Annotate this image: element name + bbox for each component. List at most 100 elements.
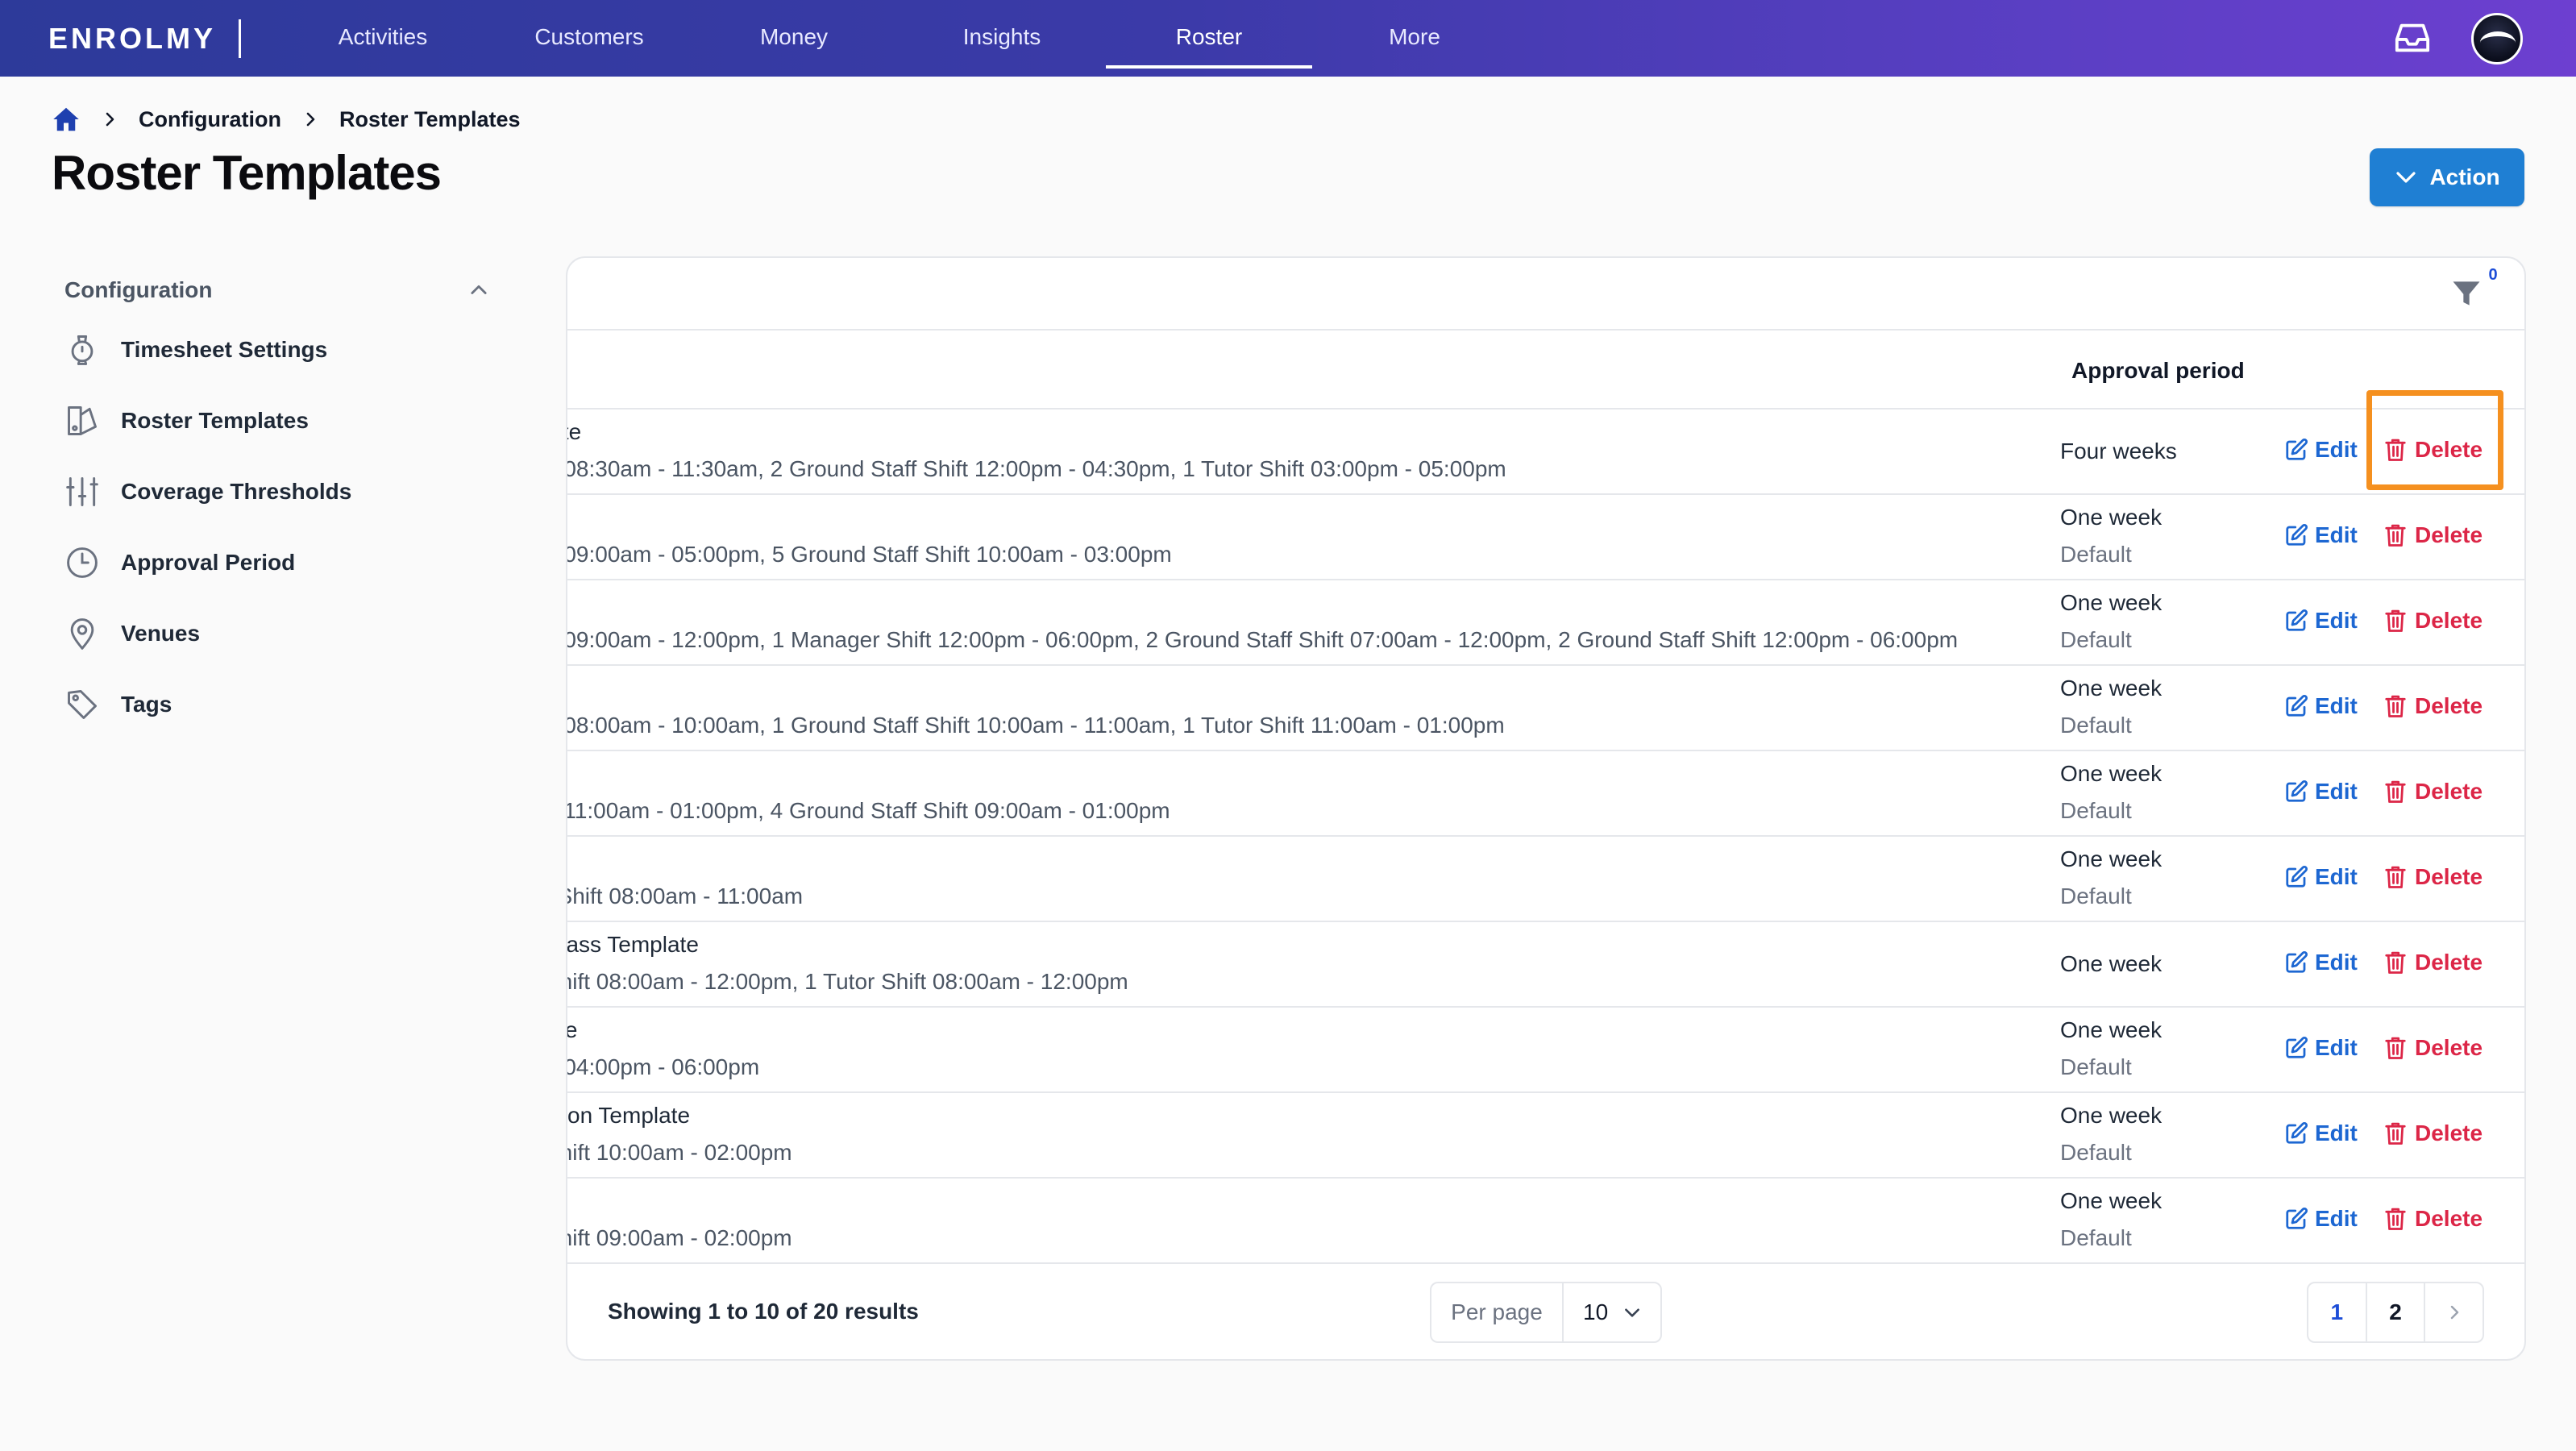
delete-button[interactable]: Delete	[2384, 779, 2483, 804]
table-row: ft 11:00am - 01:00pm, 4 Ground Staff Shi…	[567, 751, 2524, 837]
edit-icon	[2286, 950, 2308, 973]
template-name[interactable]: Class Template	[567, 932, 699, 958]
template-shifts: ft 09:00am - 12:00pm, 1 Manager Shift 12…	[566, 627, 1959, 652]
delete-button-label: Delete	[2415, 864, 2483, 889]
nav-insights[interactable]: Insights	[925, 0, 1078, 77]
breadcrumb-roster-templates: Roster Templates	[339, 106, 521, 131]
per-page-label: Per page	[1431, 1283, 1564, 1341]
delete-button-label: Delete	[2415, 1206, 2483, 1231]
edit-button[interactable]: Edit	[2284, 779, 2358, 804]
delete-button[interactable]: Delete	[2384, 693, 2483, 719]
delete-button[interactable]: Delete	[2384, 608, 2483, 634]
brand-logo[interactable]: ENROLMY	[48, 20, 216, 57]
nav-money[interactable]: Money	[717, 0, 870, 77]
approval-default-label: Default	[2060, 883, 2132, 908]
sidebar-item-label: Coverage Thresholds	[121, 479, 352, 504]
roster-templates-table-card: 0 Approval period late ft 08:30am - 11:30…	[566, 256, 2526, 1361]
column-header-approval-period[interactable]: Approval period	[2071, 332, 2245, 410]
delete-button[interactable]: Delete	[2384, 1120, 2483, 1146]
edit-button[interactable]: Edit	[2284, 1035, 2358, 1061]
sidebar-item-roster-templates[interactable]: Roster Templates	[52, 385, 503, 456]
template-icon	[68, 406, 97, 435]
brand-divider	[239, 19, 241, 58]
inbox-icon[interactable]	[2394, 22, 2431, 54]
edit-icon	[2286, 865, 2308, 888]
edit-button[interactable]: Edit	[2284, 437, 2358, 463]
approval-period-value: One week	[2060, 761, 2163, 786]
trash-icon	[2385, 1037, 2406, 1059]
template-name[interactable]: sson Template	[567, 1103, 690, 1129]
home-icon[interactable]	[52, 105, 81, 134]
template-shifts: f Shift 08:00am - 11:00am	[566, 883, 804, 908]
edit-button[interactable]: Edit	[2284, 1206, 2358, 1232]
nav-active-indicator	[1106, 65, 1312, 69]
trash-icon	[2385, 1208, 2406, 1230]
configuration-sidebar: Configuration Timesheet Settings Roster …	[52, 266, 503, 740]
edit-icon	[2286, 1207, 2308, 1229]
template-shifts: Shift 08:00am - 12:00pm, 1 Tutor Shift 0…	[566, 969, 1128, 994]
template-shifts: ft 08:30am - 11:30am, 2 Ground Staff Shi…	[566, 456, 1506, 481]
sidebar-item-label: Roster Templates	[121, 408, 309, 433]
approval-default-label: Default	[2060, 1054, 2132, 1079]
delete-button-label: Delete	[2415, 950, 2483, 975]
chevron-right-icon	[106, 112, 114, 127]
sidebar-item-tags[interactable]: Tags	[52, 669, 503, 740]
nav-customers[interactable]: Customers	[513, 0, 666, 77]
per-page-select[interactable]: Per page 10	[1430, 1282, 1662, 1343]
nav-more[interactable]: More	[1338, 0, 1491, 77]
delete-button-label: Delete	[2415, 779, 2483, 804]
filter-count-badge: 0	[2483, 266, 2503, 285]
sidebar-item-venues[interactable]: Venues	[52, 598, 503, 669]
edit-button[interactable]: Edit	[2284, 1120, 2358, 1146]
edit-button[interactable]: Edit	[2284, 522, 2358, 548]
edit-button[interactable]: Edit	[2284, 693, 2358, 719]
delete-button[interactable]: Delete	[2384, 1035, 2483, 1061]
template-shifts: ft 09:00am - 05:00pm, 5 Ground Staff Shi…	[566, 542, 1172, 567]
edit-button[interactable]: Edit	[2284, 608, 2358, 634]
sidebar-item-approval-period[interactable]: Approval Period	[52, 527, 503, 598]
edit-button-label: Edit	[2315, 608, 2358, 633]
action-button[interactable]: Action	[2370, 148, 2524, 206]
per-page-value: 10	[1583, 1299, 1609, 1324]
approval-period-value: One week	[2060, 1103, 2163, 1128]
nav-activities[interactable]: Activities	[306, 0, 459, 77]
page-1-button[interactable]: 1	[2308, 1283, 2366, 1341]
map-pin-icon	[70, 618, 94, 650]
delete-button[interactable]: Delete	[2384, 522, 2483, 548]
edit-button[interactable]: Edit	[2284, 950, 2358, 975]
page-title: Roster Templates	[52, 146, 442, 200]
edit-button[interactable]: Edit	[2284, 864, 2358, 890]
template-name[interactable]: are	[567, 1017, 577, 1043]
delete-button[interactable]: Delete	[2384, 864, 2483, 890]
sidebar-item-timesheet-settings[interactable]: Timesheet Settings	[52, 314, 503, 385]
chevron-down-icon	[1625, 1308, 1639, 1317]
breadcrumb: Configuration Roster Templates	[52, 103, 521, 135]
template-name[interactable]: late	[567, 419, 581, 445]
approval-period-value: One week	[2060, 505, 2163, 530]
table-row: Shift 09:00am - 02:00pm One week Default Ed…	[567, 1179, 2524, 1264]
delete-button[interactable]: Delete	[2384, 950, 2483, 975]
edit-icon	[2286, 523, 2308, 546]
chevron-up-icon[interactable]	[467, 279, 490, 301]
stopwatch-icon	[71, 335, 93, 365]
page-2-button[interactable]: 2	[2365, 1283, 2424, 1341]
sidebar-section-header[interactable]: Configuration	[52, 266, 503, 314]
delete-button-label: Delete	[2415, 1120, 2483, 1145]
trash-icon	[2385, 866, 2406, 888]
edit-button-label: Edit	[2315, 437, 2358, 462]
next-page-button[interactable]	[2424, 1283, 2483, 1341]
sidebar-item-coverage-thresholds[interactable]: Coverage Thresholds	[52, 456, 503, 527]
template-shifts: ft 08:00am - 10:00am, 1 Ground Staff Shi…	[566, 713, 1505, 738]
delete-button[interactable]: Delete	[2384, 437, 2483, 463]
table-row: are ft 04:00pm - 06:00pm One week Default Ed…	[567, 1008, 2524, 1093]
breadcrumb-configuration[interactable]: Configuration	[139, 107, 281, 132]
edit-icon	[2286, 1121, 2308, 1144]
delete-button-label: Delete	[2415, 522, 2483, 547]
delete-button-label: Delete	[2415, 1035, 2483, 1060]
approval-default-label: Default	[2060, 1140, 2132, 1165]
user-avatar[interactable]	[2471, 13, 2523, 64]
delete-button[interactable]: Delete	[2384, 1206, 2483, 1232]
filter-icon[interactable]	[2449, 276, 2484, 311]
edit-icon	[2286, 438, 2308, 460]
approval-period-value: One week	[2060, 846, 2163, 871]
